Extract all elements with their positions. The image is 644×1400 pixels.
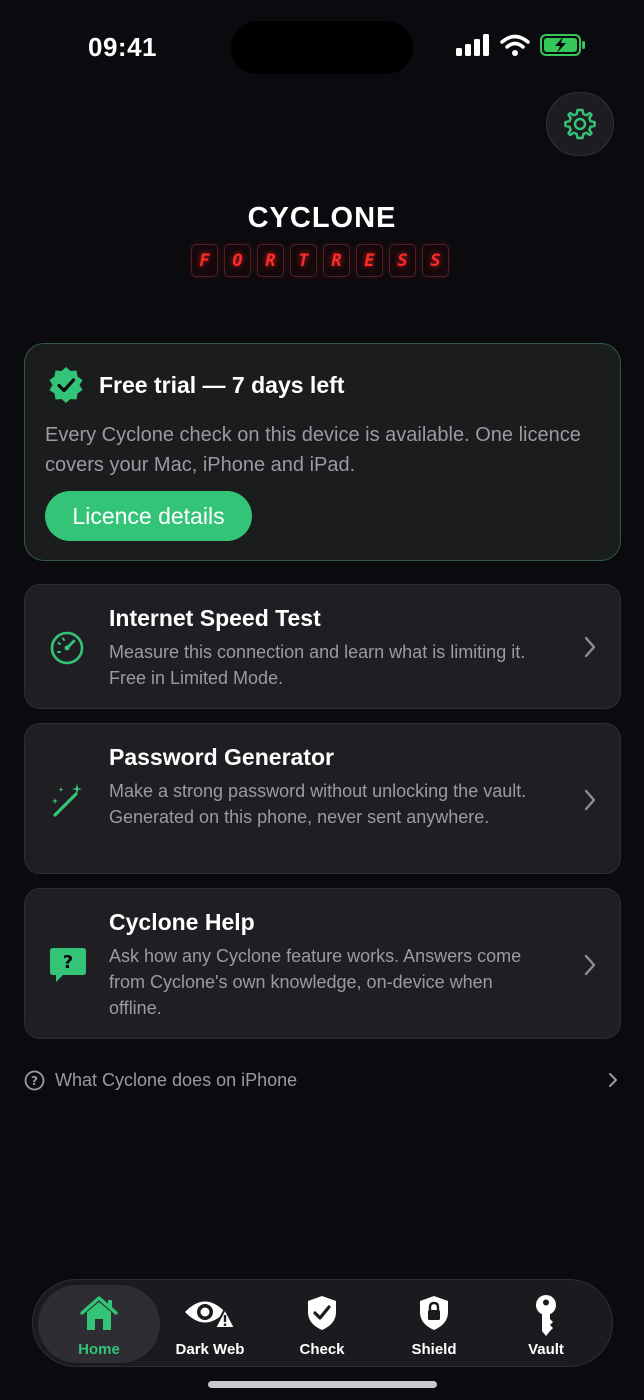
chevron-right-icon: [584, 636, 596, 658]
gear-icon: [564, 108, 596, 140]
magic-wand-icon: [52, 784, 82, 817]
feature-card-cyclone-help[interactable]: ? Cyclone Help Ask how any Cyclone featu…: [24, 888, 621, 1039]
logo-letter-tile: S: [422, 244, 449, 277]
tab-bar: Home Dark Web Check Shield Vault: [32, 1279, 613, 1367]
key-icon: [536, 1295, 556, 1336]
what-cyclone-does-link[interactable]: ? What Cyclone does on iPhone: [24, 1066, 622, 1096]
feature-description: Measure this connection and learn what i…: [109, 642, 526, 688]
tab-vault[interactable]: Vault: [485, 1285, 607, 1363]
cellular-signal-icon: [456, 34, 489, 56]
feature-title: Cyclone Help: [109, 909, 255, 935]
tab-label: Dark Web: [175, 1341, 245, 1358]
feature-title: Password Generator: [109, 744, 334, 770]
tab-label: Check: [299, 1341, 345, 1358]
logo-letter-tile: O: [224, 244, 251, 277]
logo-letter-tile: T: [290, 244, 317, 277]
tab-dark-web[interactable]: Dark Web: [149, 1285, 271, 1363]
status-time: 09:41: [88, 32, 157, 62]
house-icon: [80, 1296, 118, 1330]
settings-button[interactable]: [546, 92, 614, 156]
logo-letter-tile: S: [389, 244, 416, 277]
verified-badge-icon: [49, 367, 83, 403]
status-bar: 09:41: [0, 0, 644, 96]
tab-label: Shield: [411, 1341, 457, 1358]
logo-letter-tile: R: [257, 244, 284, 277]
question-circle-icon: ?: [24, 1070, 45, 1091]
svg-text:?: ?: [63, 952, 73, 973]
shield-check-icon: [308, 1296, 336, 1330]
tab-label: Vault: [528, 1341, 564, 1358]
tab-check[interactable]: Check: [261, 1285, 383, 1363]
help-bubble-icon: ?: [50, 948, 86, 982]
logo-letter-tile: R: [323, 244, 350, 277]
help-link-text: What Cyclone does on iPhone: [55, 1070, 298, 1090]
feature-description: Make a strong password without unlocking…: [109, 781, 527, 827]
trial-title: Free trial — 7 days left: [99, 372, 345, 398]
wifi-icon: [500, 34, 530, 56]
chevron-right-icon: [584, 789, 596, 811]
feature-title: Internet Speed Test: [109, 605, 321, 631]
status-icons: [456, 34, 586, 56]
tab-shield[interactable]: Shield: [373, 1285, 495, 1363]
dynamic-island: [231, 21, 413, 74]
shield-lock-icon: [420, 1296, 448, 1330]
chevron-right-icon: [609, 1073, 617, 1087]
feature-description: Ask how any Cyclone feature works. Answe…: [109, 946, 522, 1018]
trial-card: Free trial — 7 days left Every Cyclone c…: [24, 343, 621, 561]
logo-letter-tile: E: [356, 244, 383, 277]
tab-home[interactable]: Home: [38, 1285, 160, 1363]
trial-description: Every Cyclone check on this device is av…: [45, 424, 581, 476]
svg-text:?: ?: [31, 1074, 38, 1088]
logo-letter-tile: F: [191, 244, 218, 277]
feature-card-password-generator[interactable]: Password Generator Make a strong passwor…: [24, 723, 621, 874]
tab-label: Home: [78, 1341, 120, 1358]
logo-title: CYCLONE: [247, 202, 397, 234]
eye-warning-icon: [185, 1301, 236, 1329]
licence-details-button[interactable]: Licence details: [45, 491, 252, 541]
feature-card-speed-test[interactable]: Internet Speed Test Measure this connect…: [24, 584, 621, 709]
speedometer-icon: [50, 631, 84, 665]
battery-charging-icon: [540, 34, 585, 56]
home-indicator: [208, 1381, 437, 1388]
logo-subtitle: F O R T R E S S: [191, 244, 449, 277]
chevron-right-icon: [584, 954, 596, 976]
